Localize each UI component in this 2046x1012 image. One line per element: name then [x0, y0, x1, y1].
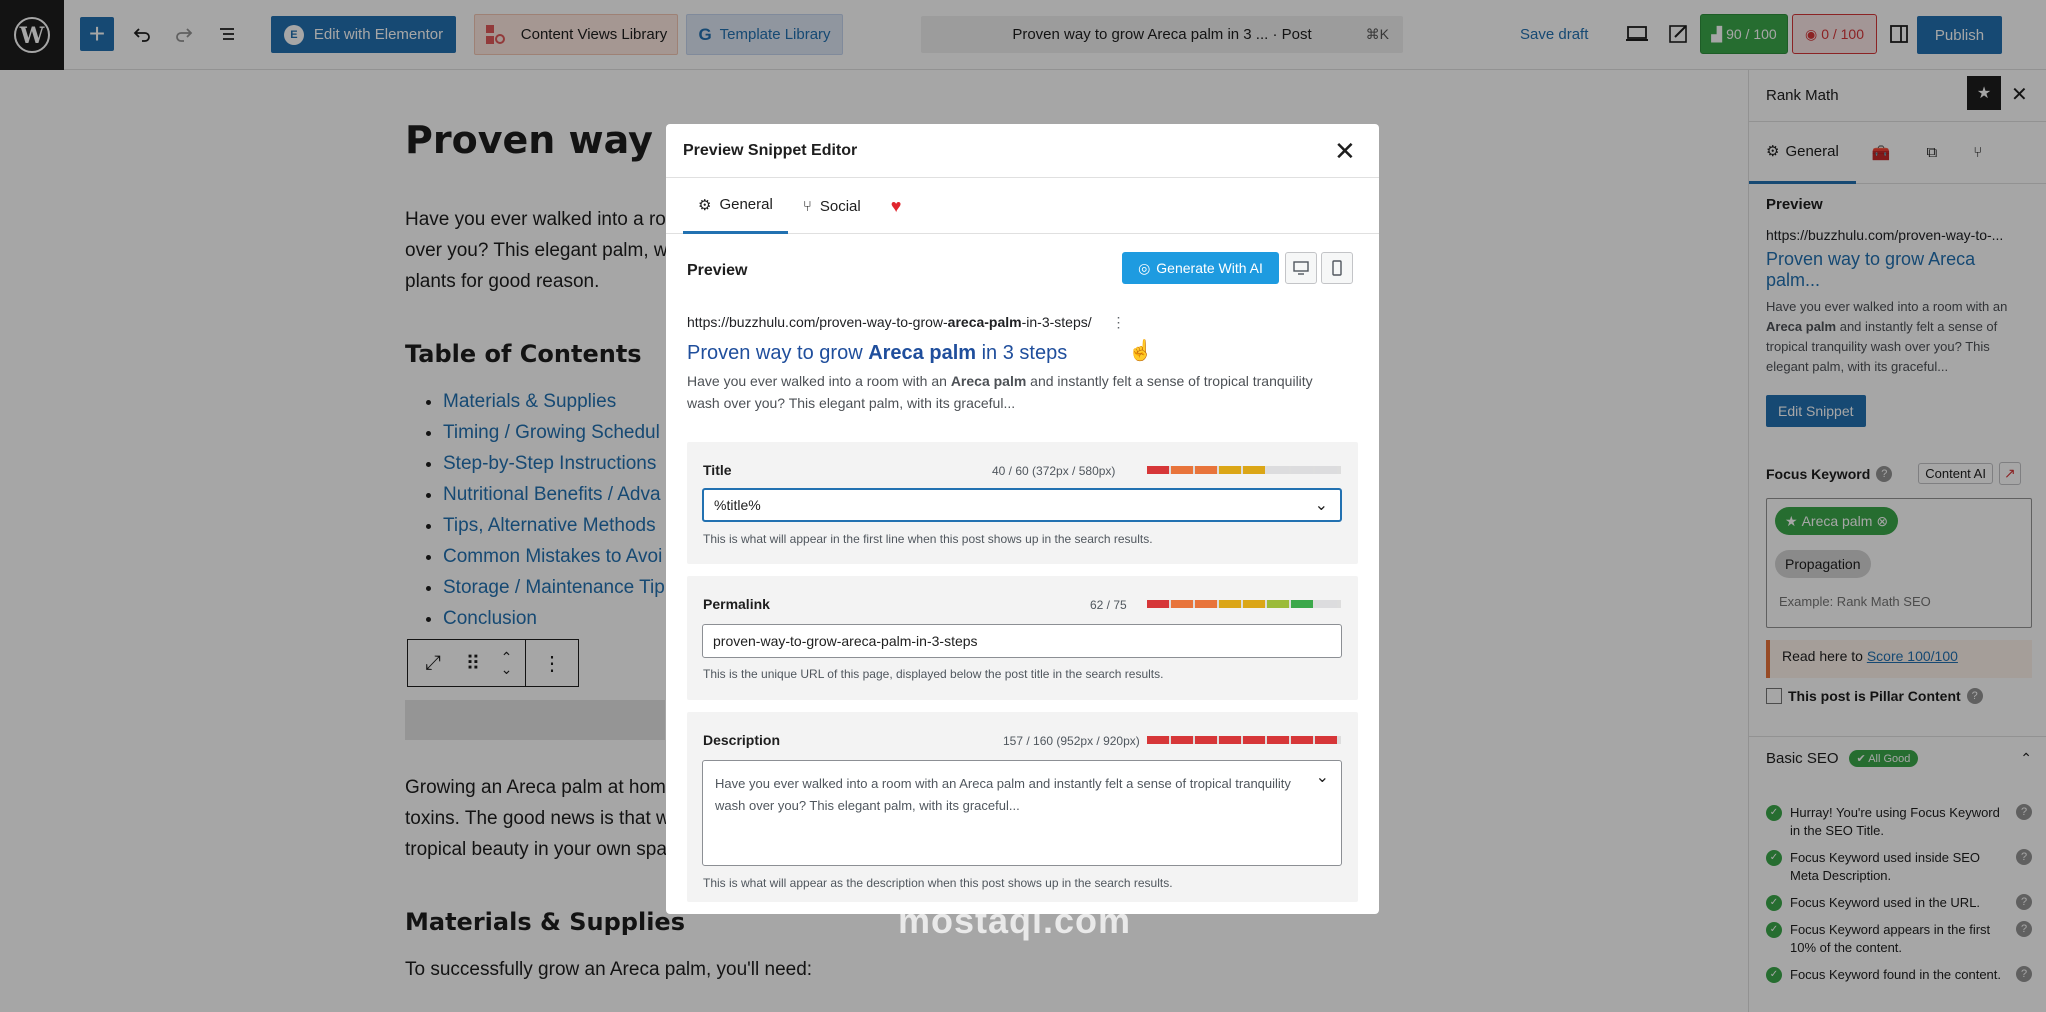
description-field-group: Description 157 / 160 (952px / 920px) Ha…	[687, 712, 1358, 902]
meter-segment	[1171, 466, 1193, 474]
meter-segment	[1219, 466, 1241, 474]
share-icon: ⑂	[802, 197, 812, 215]
meter-segment	[1243, 600, 1265, 608]
meter-segment	[1243, 466, 1265, 474]
mobile-preview-button[interactable]	[1321, 252, 1353, 284]
meter-segment	[1171, 736, 1193, 744]
watermark-text: mostaql.com	[898, 900, 1132, 941]
chevron-down-icon[interactable]: ⌄	[1315, 495, 1328, 515]
meter-segment	[1219, 600, 1241, 608]
meter-segment	[1243, 736, 1265, 744]
snippet-description: Have you ever walked into a room with an…	[687, 370, 1317, 414]
chevron-down-icon[interactable]: ⌄	[1316, 767, 1329, 789]
permalink-length-meter	[1147, 600, 1341, 608]
url-keyword: areca-palm	[947, 314, 1022, 330]
url-part: https://buzzhulu.com/proven-way-to-grow-	[687, 314, 948, 330]
meter-segment	[1291, 736, 1313, 744]
url-part: -in-3-steps/	[1021, 314, 1092, 330]
ai-icon: ◎	[1138, 259, 1151, 276]
title-field-label: Title	[703, 462, 732, 478]
meter-segment	[1219, 736, 1241, 744]
meter-segment	[1267, 466, 1289, 474]
meter-segment	[1147, 736, 1169, 744]
preview-snippet-editor-modal: Preview Snippet Editor ✕ ⚙ General ⑂ Soc…	[666, 124, 1379, 914]
meter-segment	[1291, 600, 1313, 608]
permalink-hint: This is the unique URL of this page, dis…	[703, 667, 1164, 681]
desc-part: Have you ever walked into a room with an	[687, 373, 951, 389]
permalink-field-group: Permalink 62 / 75 proven-way-to-grow-are…	[687, 576, 1358, 700]
title-char-count: 40 / 60 (372px / 580px)	[992, 464, 1116, 478]
meter-segment	[1171, 600, 1193, 608]
description-field-label: Description	[703, 732, 781, 748]
snippet-url: https://buzzhulu.com/proven-way-to-grow-…	[687, 314, 1126, 331]
meter-segment	[1315, 600, 1337, 608]
modal-title: Preview Snippet Editor	[683, 142, 858, 159]
permalink-char-count: 62 / 75	[1090, 598, 1127, 612]
meter-segment	[1267, 736, 1289, 744]
mobile-icon	[1332, 260, 1342, 276]
generate-with-ai-button[interactable]: ◎ Generate With AI	[1122, 252, 1279, 284]
modal-tabs: ⚙ General ⑂ Social ♥	[666, 178, 1379, 234]
modal-header: Preview Snippet Editor ✕	[666, 124, 1379, 178]
meter-segment	[1195, 736, 1217, 744]
hand-cursor-icon: ☝	[1128, 340, 1153, 362]
permalink-input-value: proven-way-to-grow-areca-palm-in-3-steps	[713, 633, 978, 649]
description-hint: This is what will appear as the descript…	[703, 876, 1173, 890]
desktop-preview-button[interactable]	[1285, 252, 1317, 284]
description-char-count: 157 / 160 (952px / 920px)	[1003, 734, 1140, 748]
permalink-field-label: Permalink	[703, 596, 770, 612]
permalink-input[interactable]: proven-way-to-grow-areca-palm-in-3-steps	[702, 624, 1342, 658]
title-field-group: Title 40 / 60 (372px / 580px) %title% ⌄ …	[687, 442, 1358, 564]
close-icon[interactable]: ✕	[1334, 138, 1356, 164]
heart-icon: ♥	[890, 195, 902, 216]
meter-segment	[1291, 466, 1313, 474]
snippet-title[interactable]: Proven way to grow Areca palm in 3 steps	[687, 342, 1067, 365]
gear-icon: ⚙	[698, 196, 712, 214]
meter-segment	[1195, 466, 1217, 474]
meter-segment	[1315, 736, 1337, 744]
description-value: Have you ever walked into a room with an…	[715, 776, 1291, 813]
meter-segment	[1195, 600, 1217, 608]
tab-favorite[interactable]: ♥	[876, 178, 917, 234]
generate-ai-label: Generate With AI	[1156, 260, 1263, 276]
title-hint: This is what will appear in the first li…	[703, 532, 1153, 546]
meter-segment	[1267, 600, 1289, 608]
tab-social-label: Social	[819, 197, 861, 215]
description-textarea[interactable]: Have you ever walked into a room with an…	[702, 760, 1342, 866]
kebab-menu-icon[interactable]: ⋮	[1112, 314, 1126, 330]
title-length-meter	[1147, 466, 1341, 474]
title-part: Proven way to grow	[687, 342, 869, 364]
preview-heading: Preview	[687, 262, 748, 279]
description-length-meter	[1147, 736, 1341, 744]
meter-segment	[1147, 600, 1169, 608]
tab-social[interactable]: ⑂ Social	[788, 178, 876, 234]
title-input[interactable]: %title% ⌄	[702, 488, 1342, 522]
title-input-value: %title%	[714, 497, 761, 513]
meter-segment	[1147, 466, 1169, 474]
tab-general-label: General	[719, 196, 773, 213]
tab-general[interactable]: ⚙ General	[683, 178, 788, 234]
desc-keyword: Areca palm	[950, 373, 1027, 389]
title-keyword: Areca palm	[868, 342, 977, 364]
title-part: in 3 steps	[976, 342, 1068, 364]
meter-segment	[1315, 466, 1337, 474]
desktop-icon	[1293, 261, 1309, 275]
